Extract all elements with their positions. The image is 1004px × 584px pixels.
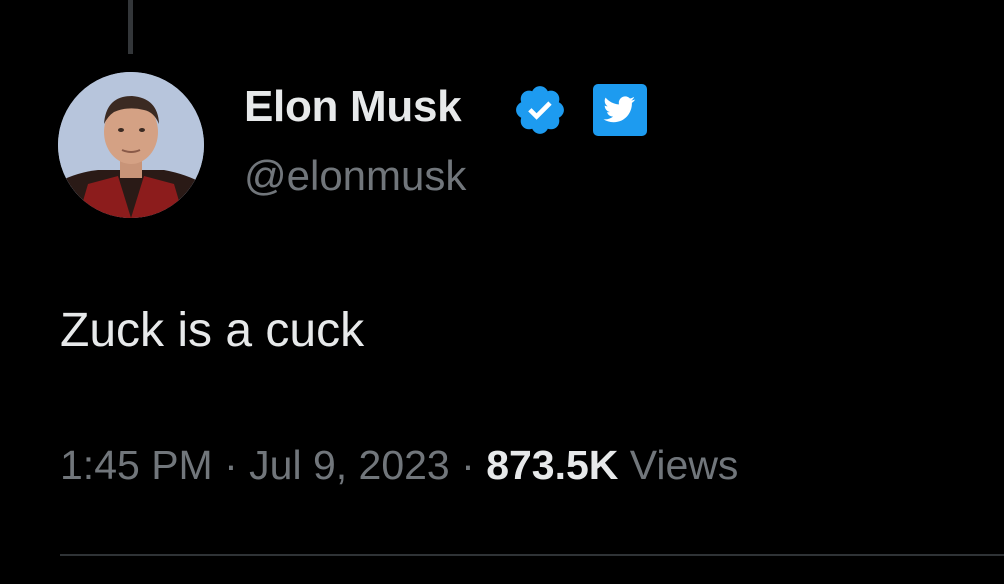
meta-separator: ·: [449, 442, 487, 488]
tweet-text: Zuck is a cuck: [60, 304, 365, 357]
meta-separator: ·: [212, 442, 250, 488]
views-count[interactable]: 873.5K: [486, 442, 618, 488]
divider: [60, 554, 1004, 556]
tweet-meta: 1:45 PM · Jul 9, 2023 · 873.5K Views: [60, 442, 738, 489]
tweet-date[interactable]: Jul 9, 2023: [249, 442, 450, 488]
tweet-time[interactable]: 1:45 PM: [60, 442, 213, 488]
avatar-photo: [58, 72, 204, 218]
twitter-bird-icon[interactable]: [593, 84, 647, 136]
verified-check-icon[interactable]: [512, 82, 568, 138]
views-label: Views: [618, 442, 739, 488]
avatar[interactable]: [58, 72, 204, 218]
thread-connector-line: [128, 0, 133, 54]
author-name[interactable]: Elon Musk: [244, 82, 462, 132]
author-handle[interactable]: @elonmusk: [244, 152, 466, 200]
